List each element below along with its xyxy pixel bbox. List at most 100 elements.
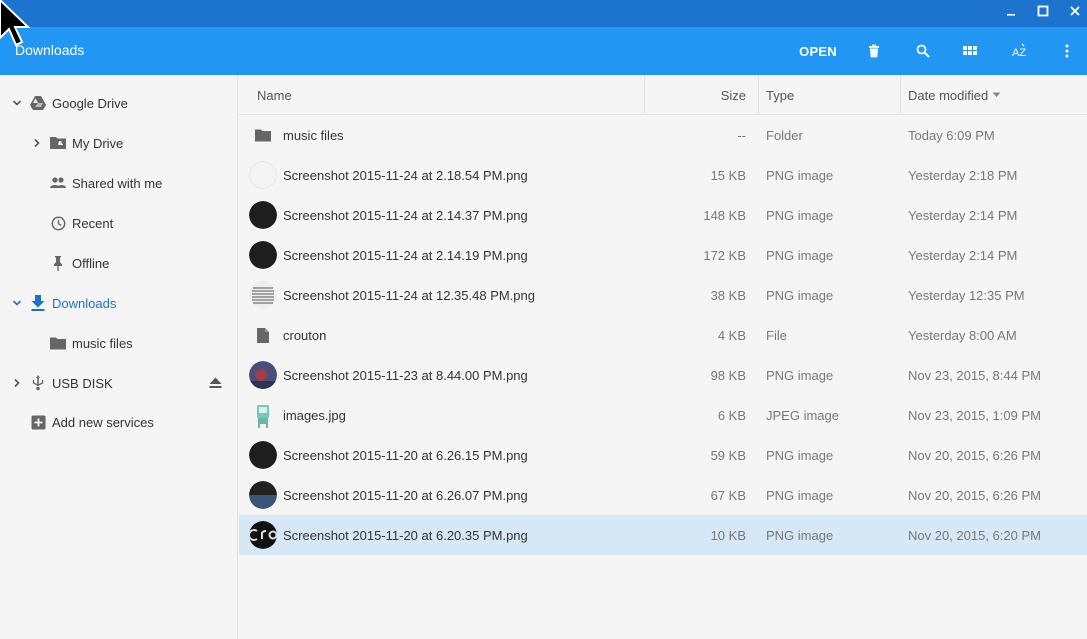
folder-icon	[50, 335, 66, 351]
more-vert-icon	[1065, 44, 1069, 58]
file-name: Screenshot 2015-11-20 at 6.26.07 PM.png	[283, 487, 528, 503]
file-size: 148 KB	[703, 207, 746, 223]
minimize-button[interactable]	[996, 0, 1026, 22]
close-icon	[1070, 6, 1080, 16]
file-row[interactable]: Screenshot 2015-11-24 at 2.14.19 PM.png 1…	[239, 235, 1087, 275]
sidebar-item-usb-disk[interactable]: USB DISK	[0, 363, 238, 403]
image-thumbnail-icon	[249, 361, 277, 389]
image-thumbnail-icon	[249, 441, 277, 469]
file-date-modified: Yesterday 8:00 AM	[908, 327, 1017, 343]
column-header-label: Date modified	[908, 87, 989, 103]
sidebar-item-google-drive[interactable]: Google Drive	[0, 83, 238, 123]
column-header-name[interactable]: Name	[257, 75, 643, 115]
eject-icon[interactable]	[207, 375, 223, 391]
file-row[interactable]: Screenshot 2015-11-20 at 6.20.35 PM.png 1…	[239, 515, 1087, 555]
sidebar-item-label: Shared with me	[72, 176, 163, 191]
column-header-label: Type	[766, 87, 795, 103]
sidebar-item-label: music files	[72, 336, 133, 351]
search-button[interactable]	[911, 39, 935, 63]
file-size: 38 KB	[710, 287, 746, 303]
file-name: images.jpg	[283, 407, 346, 423]
minimize-icon	[1007, 14, 1015, 16]
app-toolbar: Downloads OPEN AZ	[0, 27, 1087, 75]
file-size: 98 KB	[710, 367, 746, 383]
image-thumbnail-icon	[249, 201, 277, 229]
chevron-right-icon[interactable]	[11, 377, 23, 389]
file-row[interactable]: Screenshot 2015-11-20 at 6.26.15 PM.png 5…	[239, 435, 1087, 475]
folder-drive-icon	[50, 135, 66, 151]
sort-desc-icon	[992, 92, 1001, 97]
file-size: 4 KB	[717, 327, 746, 343]
sort-button[interactable]: AZ	[1007, 39, 1031, 63]
open-button[interactable]: OPEN	[795, 39, 841, 63]
sidebar-item-recent[interactable]: Recent	[0, 203, 238, 243]
file-name: music files	[283, 127, 344, 143]
file-date-modified: Yesterday 2:14 PM	[908, 247, 1018, 263]
image-thumbnail-icon	[249, 281, 277, 309]
chevron-right-icon[interactable]	[31, 137, 43, 149]
column-divider[interactable]	[758, 75, 759, 115]
sidebar-item-my-drive[interactable]: My Drive	[0, 123, 238, 163]
window-title: Downloads	[15, 42, 85, 58]
image-thumbnail-icon	[249, 401, 277, 429]
sidebar-item-label: My Drive	[72, 136, 124, 151]
file-type: PNG image	[766, 247, 834, 263]
column-header-date-modified[interactable]: Date modified	[908, 75, 1078, 115]
chevron-down-icon[interactable]	[11, 297, 23, 309]
pin-icon	[50, 255, 66, 271]
file-name: crouton	[283, 327, 327, 343]
chevron-down-icon[interactable]	[11, 97, 23, 109]
file-name: Screenshot 2015-11-20 at 6.20.35 PM.png	[283, 527, 528, 543]
file-type: PNG image	[766, 487, 834, 503]
file-type: PNG image	[766, 367, 834, 383]
file-row[interactable]: Screenshot 2015-11-24 at 2.18.54 PM.png 1…	[239, 155, 1087, 195]
file-date-modified: Yesterday 2:14 PM	[908, 207, 1018, 223]
file-name: Screenshot 2015-11-24 at 2.14.19 PM.png	[283, 247, 528, 263]
sidebar-item-downloads[interactable]: Downloads	[0, 283, 238, 323]
file-row[interactable]: Screenshot 2015-11-24 at 2.14.37 PM.png 1…	[239, 195, 1087, 235]
file-size: 10 KB	[710, 527, 746, 543]
sidebar-item-shared-with-me[interactable]: Shared with me	[0, 163, 238, 203]
column-header-label: Size	[720, 87, 746, 103]
sidebar-item-label: Offline	[72, 256, 110, 271]
sidebar-item-label: Add new services	[52, 415, 154, 430]
file-type: File	[766, 327, 787, 343]
column-header-type[interactable]: Type	[766, 75, 896, 115]
file-row[interactable]: Screenshot 2015-11-20 at 6.26.07 PM.png 6…	[239, 475, 1087, 515]
file-row[interactable]: Screenshot 2015-11-23 at 8.44.00 PM.png 9…	[239, 355, 1087, 395]
google-drive-icon	[30, 95, 46, 111]
image-thumbnail-icon	[249, 521, 277, 549]
sidebar-item-label: Recent	[72, 216, 114, 231]
file-row[interactable]: music files -- Folder Today 6:09 PM	[239, 115, 1087, 155]
file-size: 6 KB	[717, 407, 746, 423]
file-size: 59 KB	[710, 447, 746, 463]
maximize-button[interactable]	[1028, 0, 1058, 22]
close-button[interactable]	[1060, 0, 1087, 22]
file-row[interactable]: Screenshot 2015-11-24 at 12.35.48 PM.png…	[239, 275, 1087, 315]
file-list-panel: Name Size Type Date modified music files…	[239, 75, 1087, 639]
window-titlebar	[0, 0, 1087, 27]
sidebar-item-music-files[interactable]: music files	[0, 323, 238, 363]
file-row[interactable]: crouton 4 KB File Yesterday 8:00 AM	[239, 315, 1087, 355]
sidebar-item-add-new-services[interactable]: Add new services	[0, 402, 238, 442]
file-type: Folder	[766, 127, 803, 143]
add-box-icon	[30, 414, 46, 430]
sidebar-item-offline[interactable]: Offline	[0, 243, 238, 283]
more-options-button[interactable]	[1055, 39, 1079, 63]
file-date-modified: Yesterday 2:18 PM	[908, 167, 1018, 183]
delete-button[interactable]	[862, 39, 886, 63]
column-header-size[interactable]: Size	[645, 75, 746, 115]
file-type: PNG image	[766, 287, 834, 303]
file-date-modified: Yesterday 12:35 PM	[908, 287, 1025, 303]
file-name: Screenshot 2015-11-24 at 2.14.37 PM.png	[283, 207, 528, 223]
file-type: PNG image	[766, 167, 834, 183]
grid-view-button[interactable]	[958, 39, 982, 63]
file-type: PNG image	[766, 207, 834, 223]
sidebar-item-label: USB DISK	[52, 376, 113, 391]
file-type: PNG image	[766, 527, 834, 543]
file-date-modified: Nov 20, 2015, 6:20 PM	[908, 527, 1041, 543]
column-divider[interactable]	[900, 75, 901, 115]
file-row[interactable]: images.jpg 6 KB JPEG image Nov 23, 2015, 1:…	[239, 395, 1087, 435]
trash-icon	[869, 44, 879, 58]
file-date-modified: Today 6:09 PM	[908, 127, 995, 143]
